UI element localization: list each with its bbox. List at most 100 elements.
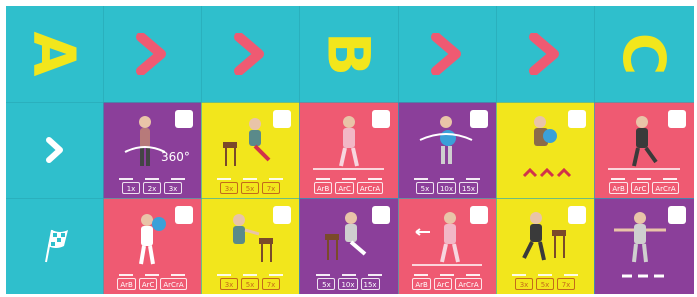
count-level-3: 15x bbox=[459, 182, 479, 194]
count-level-1: ArB bbox=[313, 182, 333, 194]
white-chevron-icon bbox=[45, 137, 63, 163]
repetition-counts: 5x 10x 15x bbox=[299, 278, 398, 290]
difficulty-levels bbox=[103, 178, 201, 180]
repetition-counts: 5x 10x 15x bbox=[398, 182, 496, 194]
count-level-3: ArCrA bbox=[160, 278, 187, 290]
blocks-icon bbox=[273, 110, 291, 128]
shoe-icon bbox=[175, 206, 193, 224]
exercise-card[interactable] bbox=[496, 102, 594, 198]
chevron-right-icon bbox=[431, 33, 461, 75]
difficulty-levels bbox=[398, 274, 496, 276]
tile-arrow bbox=[496, 6, 594, 102]
repetition-counts: ArB ArC ArCrA bbox=[103, 278, 201, 290]
difficulty-levels bbox=[496, 274, 594, 276]
repetition-counts: ArB ArC ArCrA bbox=[398, 278, 496, 290]
chevron-right-icon bbox=[529, 33, 559, 75]
rotation-label: 360° bbox=[161, 150, 190, 164]
count-level-2: ArC bbox=[433, 278, 453, 290]
count-level-3: 15x bbox=[360, 278, 380, 290]
tile-finish-flag bbox=[6, 198, 103, 294]
count-level-2: ArC bbox=[630, 182, 650, 194]
count-level-2: 5x bbox=[241, 278, 259, 290]
tile-arrow bbox=[103, 6, 201, 102]
difficulty-levels bbox=[201, 274, 299, 276]
count-level-3: 3x bbox=[164, 182, 182, 194]
count-level-3: 7x bbox=[262, 278, 280, 290]
repetition-counts: ArB ArC ArCrA bbox=[594, 182, 694, 194]
repetition-counts: ArB ArC ArCrA bbox=[299, 182, 398, 194]
exercise-card[interactable]: ArB ArC ArCrA bbox=[103, 198, 201, 294]
difficulty-levels bbox=[299, 274, 398, 276]
walking-line bbox=[608, 168, 680, 170]
count-level-1: 3x bbox=[515, 278, 533, 290]
count-level-1: 5x bbox=[415, 182, 434, 194]
tile-letter-b: B bbox=[299, 6, 398, 102]
count-level-1: ArB bbox=[609, 182, 628, 194]
shoe-icon bbox=[273, 206, 291, 224]
count-level-2: ArC bbox=[335, 182, 354, 194]
grid-divider bbox=[594, 6, 595, 294]
difficulty-levels bbox=[201, 178, 299, 180]
count-level-1: 1x bbox=[122, 182, 140, 194]
tile-letter-c: C bbox=[594, 6, 694, 102]
count-level-1: ArB bbox=[412, 278, 431, 290]
grid-divider bbox=[398, 6, 399, 294]
grid-divider bbox=[6, 198, 694, 199]
exercise-card[interactable]: ArB ArC ArCrA bbox=[398, 198, 496, 294]
difficulty-levels bbox=[103, 274, 201, 276]
exercise-card[interactable]: 3x 5x 7x bbox=[496, 198, 594, 294]
difficulty-levels bbox=[398, 178, 496, 180]
checkered-flag-icon bbox=[44, 229, 68, 263]
chevron-right-icon bbox=[136, 33, 166, 75]
count-level-1: ArB bbox=[117, 278, 136, 290]
grid-divider bbox=[201, 6, 202, 294]
count-level-2: 10x bbox=[338, 278, 358, 290]
grid-divider bbox=[6, 102, 694, 103]
grid-divider bbox=[299, 6, 300, 294]
tile-letter-a: A bbox=[6, 6, 103, 102]
count-level-1: 3x bbox=[220, 278, 238, 290]
exercise-card[interactable]: 360° 1x 2x 3x bbox=[103, 102, 201, 198]
letter-c: C bbox=[610, 32, 678, 76]
exercise-card[interactable]: 5x 10x 15x bbox=[299, 198, 398, 294]
count-level-2: 5x bbox=[241, 182, 259, 194]
count-level-1: 5x bbox=[317, 278, 336, 290]
tile-start-chevron bbox=[6, 102, 103, 198]
count-level-2: 5x bbox=[536, 278, 554, 290]
chevron-right-icon bbox=[234, 33, 264, 75]
exercise-card[interactable] bbox=[594, 198, 694, 294]
count-level-3: ArCrA bbox=[455, 278, 482, 290]
repetition-counts: 1x 2x 3x bbox=[103, 182, 201, 194]
walking-line bbox=[313, 168, 384, 170]
repetition-counts: 3x 5x 7x bbox=[201, 182, 299, 194]
shoe-icon bbox=[372, 206, 390, 224]
blocks-icon bbox=[568, 206, 586, 224]
shoe-icon bbox=[668, 110, 686, 128]
count-level-2: 10x bbox=[436, 182, 456, 194]
tile-arrow bbox=[201, 6, 299, 102]
walking-line bbox=[412, 264, 482, 266]
letter-a: A bbox=[20, 31, 89, 77]
shoe-icon bbox=[372, 110, 390, 128]
difficulty-levels bbox=[594, 178, 694, 180]
count-level-2: 2x bbox=[143, 182, 161, 194]
exercise-card[interactable]: ArB ArC ArCrA bbox=[299, 102, 398, 198]
exercise-card[interactable]: 3x 5x 7x bbox=[201, 102, 299, 198]
scale-icon bbox=[668, 206, 686, 224]
repetition-counts: 3x 5x 7x bbox=[201, 278, 299, 290]
exercise-board: A B C 360° 1x 2x 3x 3x 5x 7x ArB ArC ArC… bbox=[6, 6, 694, 294]
shoe-icon bbox=[470, 206, 488, 224]
count-level-3: ArCrA bbox=[652, 182, 679, 194]
grid-divider bbox=[496, 6, 497, 294]
count-level-2: ArC bbox=[138, 278, 158, 290]
shoe-icon bbox=[470, 110, 488, 128]
difficulty-levels bbox=[299, 178, 398, 180]
count-level-1: 3x bbox=[220, 182, 238, 194]
repetition-counts: 3x 5x 7x bbox=[496, 278, 594, 290]
tile-arrow bbox=[398, 6, 496, 102]
blocks-icon bbox=[568, 110, 586, 128]
exercise-card[interactable]: ArB ArC ArCrA bbox=[594, 102, 694, 198]
exercise-card[interactable]: 5x 10x 15x bbox=[398, 102, 496, 198]
exercise-card[interactable]: 3x 5x 7x bbox=[201, 198, 299, 294]
letter-b: B bbox=[314, 31, 383, 77]
